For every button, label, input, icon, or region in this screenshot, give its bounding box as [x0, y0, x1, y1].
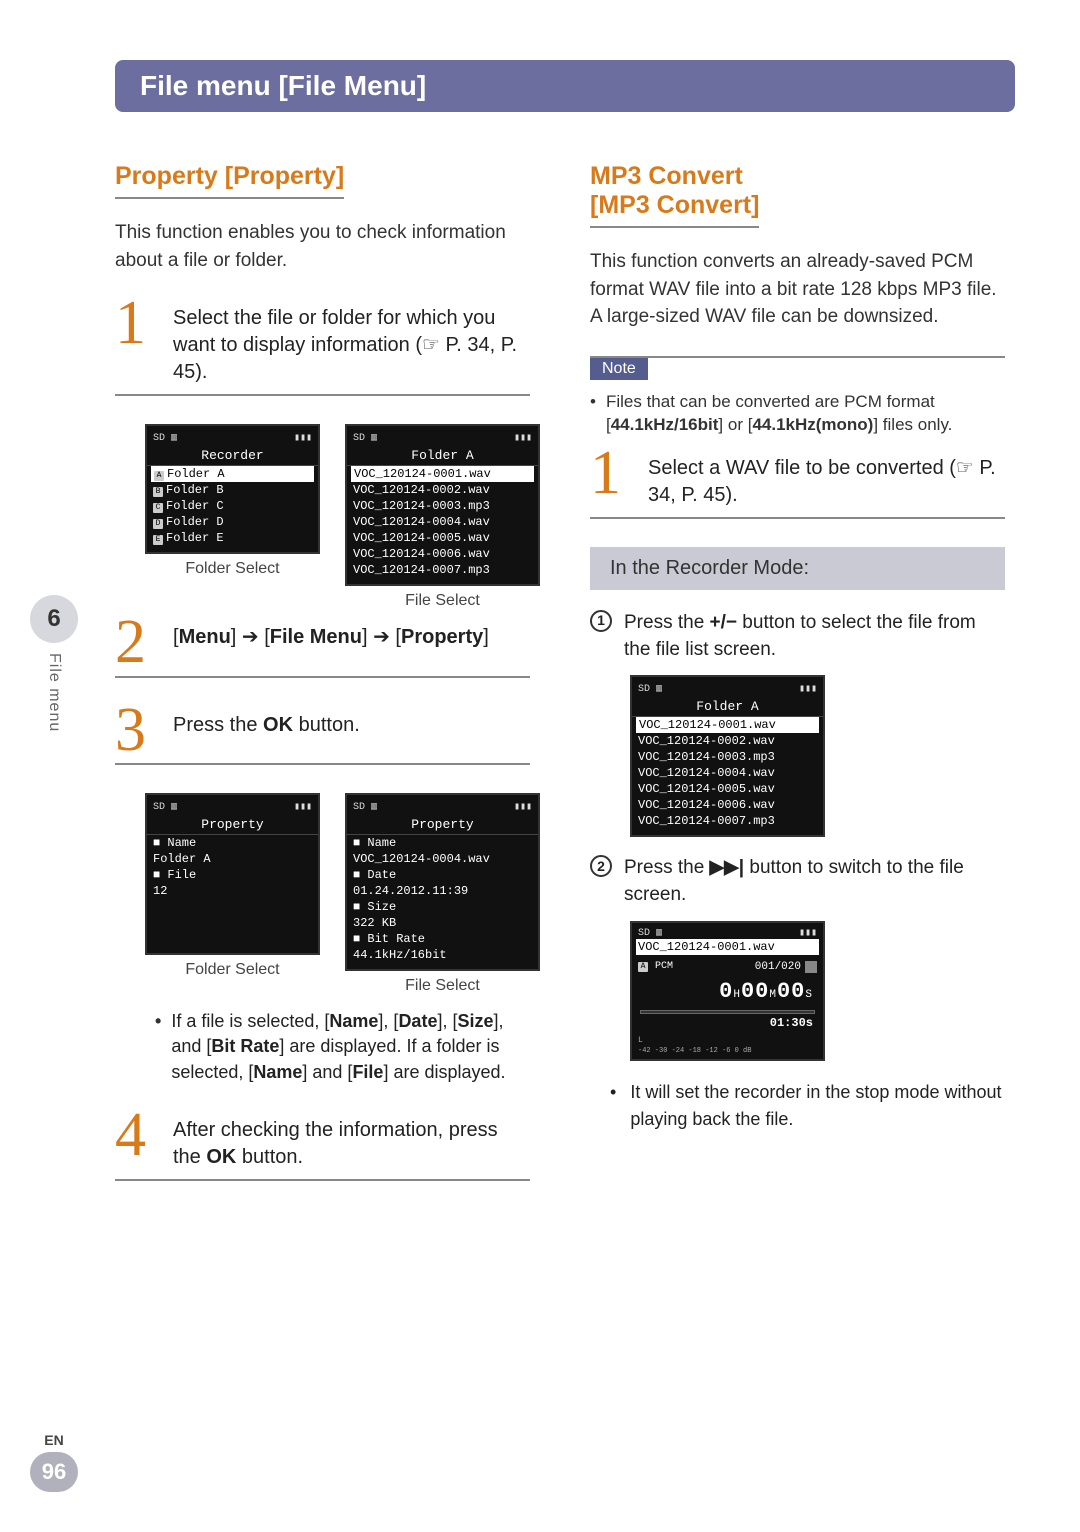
bullet-icon: • [590, 390, 596, 438]
step-2: 2 [Menu] ➔ [File Menu] ➔ [Property] [115, 618, 530, 678]
page-title: File menu [File Menu] [115, 60, 1015, 112]
screenshots-row-2: SD ▥▮▮▮ Property ■ Name Folder A ■ File … [145, 793, 530, 995]
step-number: 3 [115, 706, 155, 756]
screenshot-property-file: SD ▥▮▮▮ Property ■ Name VOC_120124-0004.… [345, 793, 540, 971]
screenshot-playback: SD ▥▮▮▮ VOC_120124-0001.wav A PCM 001/02… [630, 921, 825, 1061]
circle-number-icon: 2 [590, 855, 612, 877]
note-block: Note • Files that can be converted are P… [590, 356, 1005, 450]
note-label: Note [590, 358, 648, 380]
circle-number-icon: 1 [590, 610, 612, 632]
bullet-icon: • [610, 1079, 616, 1133]
step-1: 1 Select the file or folder for which yo… [115, 299, 530, 396]
step-number: 1 [115, 299, 155, 386]
property-intro: This function enables you to check infor… [115, 219, 530, 274]
step-text: Select the file or folder for which you … [173, 299, 530, 386]
sub-step-1: 1 Press the +/− button to select the fil… [590, 610, 1005, 663]
step-number: 1 [590, 449, 630, 509]
tail-bullet: • It will set the recorder in the stop m… [590, 1079, 1005, 1133]
mp3-step-1: 1 Select a WAV file to be converted (☞ P… [590, 449, 1005, 519]
caption: Folder Select [145, 560, 320, 578]
left-column: Property [Property] This function enable… [115, 162, 530, 1209]
step-number: 4 [115, 1111, 155, 1171]
recorder-mode-bar: In the Recorder Mode: [590, 547, 1005, 590]
screenshot-file-select: SD ▥▮▮▮ Folder A VOC_120124-0001.wav VOC… [345, 424, 540, 586]
caption: File Select [345, 977, 540, 995]
stop-icon [805, 961, 817, 973]
caption: Folder Select [145, 961, 320, 979]
step-text: Press the OK button. [173, 706, 360, 756]
sub-step-2: 2 Press the ▶▶| button to switch to the … [590, 855, 1005, 908]
right-column: MP3 Convert [MP3 Convert] This function … [590, 162, 1005, 1209]
step-text: Select a WAV file to be converted (☞ P. … [648, 449, 1005, 509]
step-3: 3 Press the OK button. [115, 706, 530, 766]
mp3-heading-2: [MP3 Convert] [590, 191, 759, 228]
step-text: [Menu] ➔ [File Menu] ➔ [Property] [173, 618, 489, 668]
step-4: 4 After checking the information, press … [115, 1111, 530, 1181]
screenshot-property-folder: SD ▥▮▮▮ Property ■ Name Folder A ■ File … [145, 793, 320, 955]
property-heading: Property [Property] [115, 162, 344, 199]
screenshot-file-list: SD ▥▮▮▮ Folder A VOC_120124-0001.wav VOC… [630, 675, 825, 837]
property-bullet: • If a file is selected, [Name], [Date],… [155, 1009, 530, 1085]
step-number: 2 [115, 618, 155, 668]
mp3-heading-1: MP3 Convert [590, 162, 743, 191]
screenshots-row-1: SD ▥▮▮▮ Recorder AFolder A BFolder B CFo… [145, 424, 530, 610]
caption: File Select [345, 592, 540, 610]
step-text: After checking the information, press th… [173, 1111, 530, 1171]
bullet-icon: • [155, 1009, 161, 1085]
mp3-intro: This function converts an already-saved … [590, 248, 1005, 331]
screenshot-folder-select: SD ▥▮▮▮ Recorder AFolder A BFolder B CFo… [145, 424, 320, 554]
